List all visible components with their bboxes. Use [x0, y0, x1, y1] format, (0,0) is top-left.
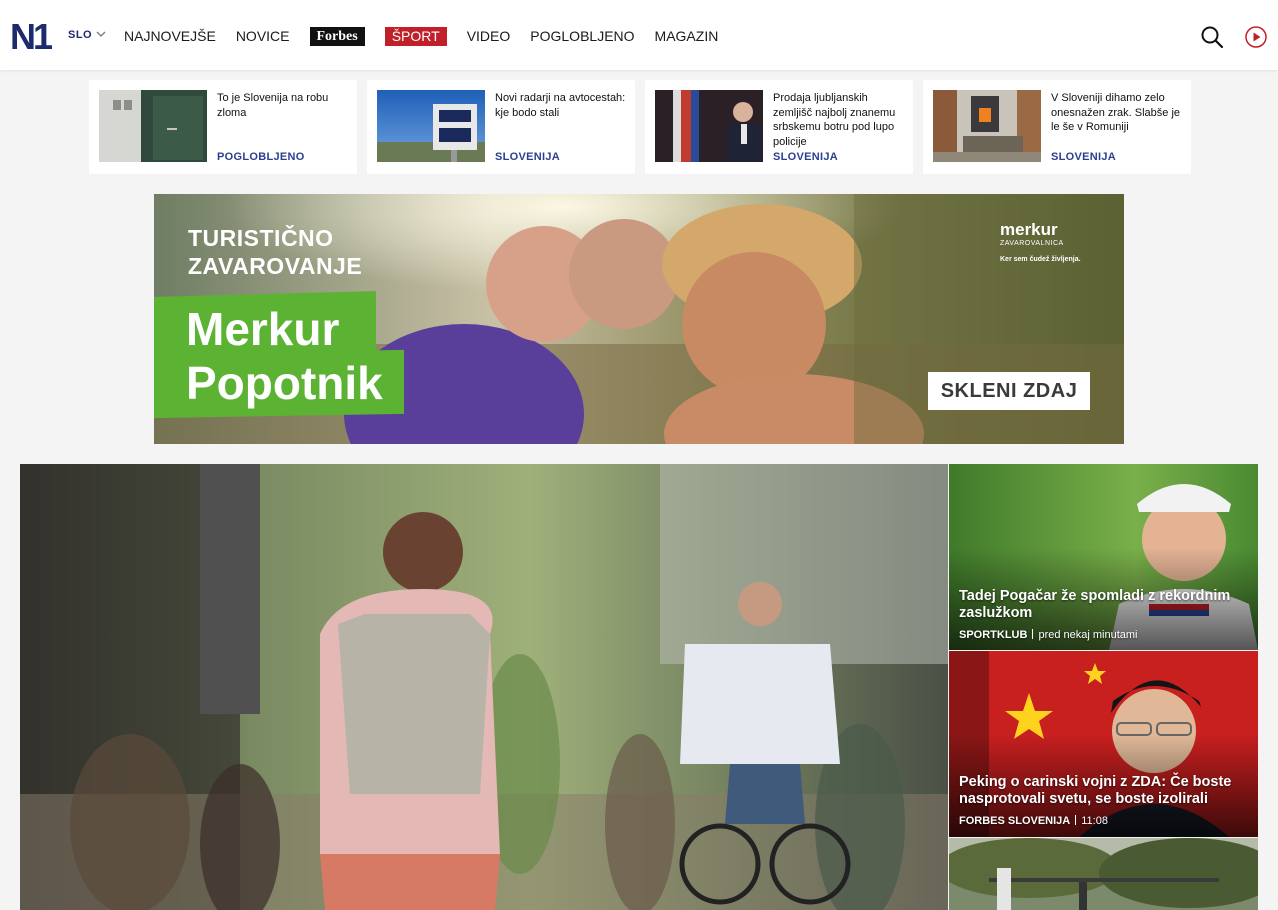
side-story-time: 11:08 — [1081, 815, 1108, 827]
site-header: N1 SLO NAJNOVEJŠE NOVICE Forbes ŠPORT VI… — [0, 0, 1278, 70]
meta-separator — [1032, 629, 1034, 639]
side-story-meta: SPORTKLUB pred nekaj minutami — [959, 629, 1138, 642]
ad-headline: Merkur — [186, 303, 340, 355]
n1-logo[interactable]: N1 — [10, 19, 60, 51]
edition-selector[interactable]: SLO — [68, 29, 92, 41]
nav-poglobljeno[interactable]: POGLOBLJENO — [530, 27, 634, 45]
side-story-image[interactable] — [949, 838, 1258, 910]
nav-sport[interactable]: ŠPORT — [384, 26, 447, 46]
side-story-source[interactable]: SPORTKLUB — [959, 629, 1027, 641]
side-story-title[interactable]: Peking o carinski vojni z ZDA: Če boste … — [959, 774, 1254, 808]
side-story-card[interactable]: Tadej Pogačar že spomladi z rekordnim za… — [949, 464, 1258, 650]
chevron-down-icon[interactable] — [96, 30, 106, 38]
side-story-source[interactable]: FORBES SLOVENIJA — [959, 815, 1070, 827]
story-card[interactable]: Prodaja ljubljanskih zemljišč najbolj zn… — [645, 80, 913, 174]
nav-forbes[interactable]: Forbes — [309, 26, 365, 46]
merkur-logo: merkur — [1000, 220, 1058, 239]
story-thumbnail[interactable] — [377, 90, 485, 162]
story-title[interactable]: V Sloveniji dihamo zelo onesnažen zrak. … — [1051, 91, 1183, 135]
story-category[interactable]: POGLOBLJENO — [217, 151, 305, 163]
story-thumbnail[interactable] — [655, 90, 763, 162]
main-nav: NAJNOVEJŠE NOVICE Forbes ŠPORT VIDEO POG… — [124, 26, 738, 46]
side-story-title[interactable]: Tadej Pogačar že spomladi z rekordnim za… — [959, 588, 1254, 622]
nav-najnovejse[interactable]: NAJNOVEJŠE — [124, 27, 216, 45]
ad-kicker: TURISTIČNO ZAVAROVANJE — [188, 224, 362, 280]
story-category[interactable]: SLOVENIJA — [1051, 151, 1116, 163]
story-category[interactable]: SLOVENIJA — [495, 151, 560, 163]
nav-magazin[interactable]: MAGAZIN — [655, 27, 719, 45]
ad-kicker-line2: ZAVAROVANJE — [188, 253, 363, 279]
ad-banner[interactable]: TURISTIČNO ZAVAROVANJE Merkur Popotnik m… — [154, 194, 1124, 444]
search-icon[interactable] — [1200, 25, 1224, 49]
story-thumbnail[interactable] — [99, 90, 207, 162]
story-card[interactable]: To je Slovenija na robu zloma POGLOBLJEN… — [89, 80, 357, 174]
story-thumbnail[interactable] — [933, 90, 1041, 162]
nav-video[interactable]: VIDEO — [467, 27, 511, 45]
story-title[interactable]: Prodaja ljubljanskih zemljišč najbolj zn… — [773, 91, 905, 149]
story-card[interactable]: V Sloveniji dihamo zelo onesnažen zrak. … — [923, 80, 1191, 174]
nav-novice[interactable]: NOVICE — [236, 27, 290, 45]
meta-separator — [1075, 815, 1077, 825]
ad-cta-button[interactable]: SKLENI ZDAJ — [928, 372, 1090, 410]
side-story-card[interactable]: Peking o carinski vojni z ZDA: Če boste … — [949, 651, 1258, 837]
ad-kicker-line1: TURISTIČNO — [188, 225, 334, 251]
side-story-time: pred nekaj minutami — [1038, 629, 1138, 641]
story-category[interactable]: SLOVENIJA — [773, 151, 838, 163]
story-card[interactable]: Novi radarji na avtocestah: kje bodo sta… — [367, 80, 635, 174]
side-story-image[interactable] — [949, 464, 1258, 650]
ad-headline: Popotnik — [186, 357, 383, 409]
side-story-card[interactable] — [949, 838, 1258, 910]
story-title[interactable]: To je Slovenija na robu zloma — [217, 91, 349, 120]
top-stories-strip: To je Slovenija na robu zloma POGLOBLJEN… — [89, 80, 1191, 174]
side-story-image[interactable] — [949, 651, 1258, 837]
svg-text:N1: N1 — [10, 19, 53, 51]
merkur-tagline: Ker sem čudež življenja. — [1000, 256, 1081, 263]
play-icon[interactable] — [1244, 25, 1268, 49]
side-story-meta: FORBES SLOVENIJA 11:08 — [959, 815, 1108, 828]
merkur-logo-sub: ZAVAROVALNICA — [1000, 240, 1064, 247]
story-title[interactable]: Novi radarji na avtocestah: kje bodo sta… — [495, 91, 627, 120]
hero-story-image[interactable] — [20, 464, 948, 910]
